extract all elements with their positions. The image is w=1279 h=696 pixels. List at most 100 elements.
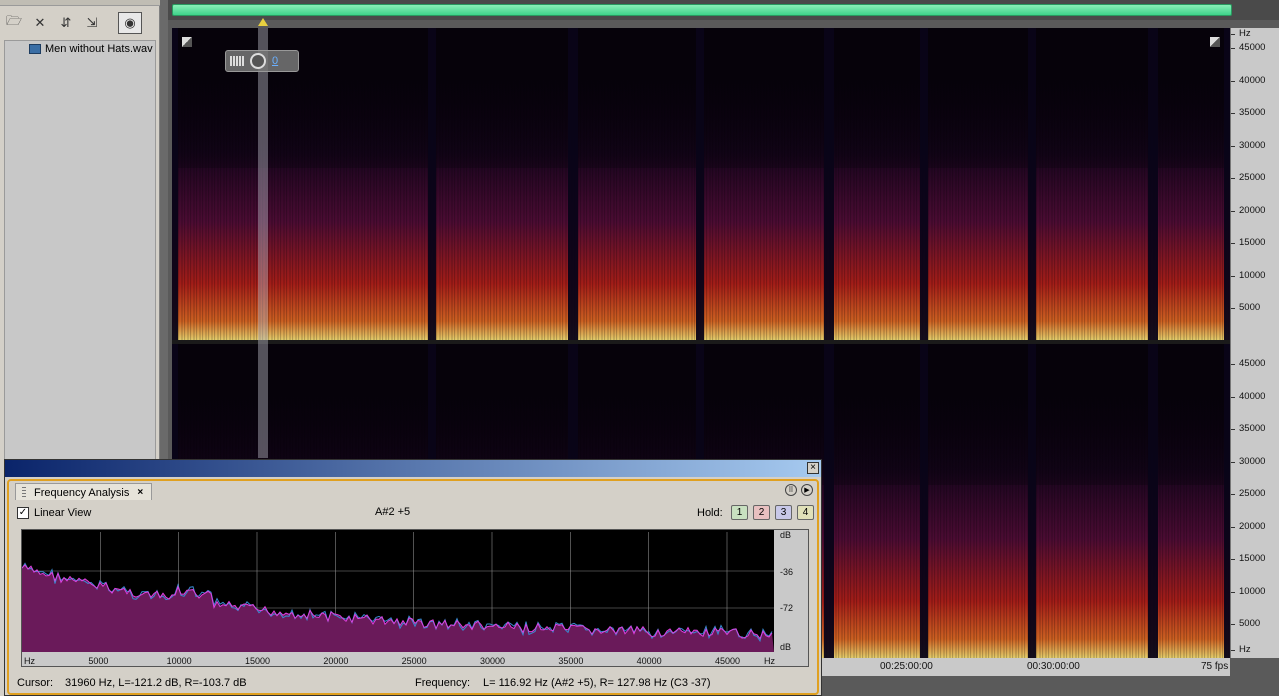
hz-tick xyxy=(1231,624,1235,625)
hz-label: 25000 xyxy=(1239,488,1266,499)
silence-band xyxy=(920,28,928,340)
frequency-analysis-panel: Frequency Analysis × ⠿ ▶ ✓ Linear View A… xyxy=(7,479,819,695)
spectrum-fill xyxy=(22,565,774,652)
close-icon[interactable]: × xyxy=(807,462,819,474)
hz-label: 40000 xyxy=(1239,74,1266,86)
file-item[interactable]: Men without Hats.wav xyxy=(5,41,155,55)
frequency-label: Frequency: xyxy=(415,677,471,689)
left-channel-spectrogram[interactable] xyxy=(172,28,1230,340)
note-readout: A#2 +5 xyxy=(375,506,411,518)
insert-icon[interactable]: ⇵ xyxy=(56,13,76,33)
hz-label: 10000 xyxy=(1239,585,1266,597)
tab-close-icon[interactable]: × xyxy=(137,487,143,498)
hz-tick xyxy=(1231,591,1235,593)
silence-band xyxy=(1028,28,1036,340)
x-axis-label: 35000 xyxy=(558,656,583,666)
hz-tick xyxy=(1231,80,1235,82)
analysis-status: Cursor: 31960 Hz, L=-121.2 dB, R=-103.7 … xyxy=(17,677,813,693)
hz-label: 20000 xyxy=(1239,204,1266,216)
linear-view-checkbox[interactable]: ✓ xyxy=(17,507,29,519)
volume-hud[interactable]: 0 xyxy=(225,50,299,72)
hz-tick xyxy=(1231,429,1235,430)
hz-tick xyxy=(1231,526,1235,528)
window-titlebar[interactable]: × xyxy=(5,460,821,477)
status-strip xyxy=(822,676,1279,696)
hz-tick xyxy=(1231,275,1235,277)
corner-handle-icon[interactable] xyxy=(1210,37,1220,47)
x-axis-label: 10000 xyxy=(167,656,192,666)
hz-label: 10000 xyxy=(1239,269,1266,281)
volume-value[interactable]: 0 xyxy=(272,55,278,67)
hz-label: 15000 xyxy=(1239,237,1266,248)
hold-button-2[interactable]: 2 xyxy=(753,505,770,520)
hz-tick xyxy=(1231,559,1235,560)
silence-band xyxy=(824,344,834,658)
frequency-value: L= 116.92 Hz (A#2 +5), R= 127.98 Hz (C3 … xyxy=(483,677,711,689)
hz-label: 40000 xyxy=(1239,390,1266,402)
silence-band xyxy=(568,28,578,340)
x-axis-label: Hz xyxy=(764,656,775,666)
hz-tick xyxy=(1231,34,1235,35)
hz-tick xyxy=(1231,396,1235,398)
files-list: Men without Hats.wav xyxy=(4,40,156,460)
silence-band xyxy=(172,28,178,340)
hz-tick xyxy=(1231,210,1235,212)
hz-tick xyxy=(1231,364,1235,365)
auto-play-toggle-icon[interactable]: ◉ xyxy=(118,12,142,34)
hz-tick xyxy=(1231,650,1235,651)
hz-tick xyxy=(1231,243,1235,244)
silence-band xyxy=(824,28,834,340)
hz-label: 35000 xyxy=(1239,423,1266,434)
panel-menu-icon[interactable]: ▶ xyxy=(801,484,813,496)
hz-label: 5000 xyxy=(1239,302,1261,313)
x-axis-label: 5000 xyxy=(88,656,108,666)
hz-label: 25000 xyxy=(1239,172,1266,183)
playhead-line[interactable] xyxy=(258,28,268,458)
close-file-icon[interactable]: ✕ xyxy=(30,13,50,33)
frequency-analysis-window: × Frequency Analysis × ⠿ ▶ ✓ Linear View… xyxy=(4,459,822,696)
tab-title: Frequency Analysis xyxy=(34,486,130,499)
x-axis-label: 40000 xyxy=(637,656,662,666)
hz-label: 30000 xyxy=(1239,455,1266,467)
db-label: -36 xyxy=(780,567,793,577)
volume-knob[interactable] xyxy=(250,53,266,69)
frequency-graph-svg: dB -36 -72 dB Hz 5000 10000 15000 20000 25000 3000… xyxy=(22,530,808,666)
frequency-graph[interactable]: dB -36 -72 dB Hz 5000 10000 15000 20000 25000 3000… xyxy=(21,529,809,667)
hold-button-1[interactable]: 1 xyxy=(731,505,748,520)
zoom-navigator-bar[interactable] xyxy=(172,4,1232,16)
hold-button-3[interactable]: 3 xyxy=(775,505,792,520)
file-name: Men without Hats.wav xyxy=(45,43,153,55)
hz-tick xyxy=(1231,178,1235,179)
hz-unit-label: Hz xyxy=(1239,28,1251,39)
x-axis-label: 30000 xyxy=(480,656,505,666)
open-file-icon[interactable]: 🗁 xyxy=(4,13,24,33)
hz-label: 30000 xyxy=(1239,139,1266,151)
import-icon[interactable]: ⇲ xyxy=(82,13,102,33)
x-axis-label: 15000 xyxy=(245,656,270,666)
files-toolbar: 🗁 ✕ ⇵ ⇲ ◉ xyxy=(4,10,156,36)
hz-tick xyxy=(1231,48,1235,49)
grip-dots-icon[interactable]: ⠿ xyxy=(785,484,797,496)
corner-handle-icon[interactable] xyxy=(182,37,192,47)
hz-tick xyxy=(1231,145,1235,147)
silence-band xyxy=(1148,28,1158,340)
hold-button-4[interactable]: 4 xyxy=(797,505,814,520)
x-axis-label: 25000 xyxy=(402,656,427,666)
grip-icon[interactable] xyxy=(22,486,26,499)
hz-tick xyxy=(1231,308,1235,309)
tab-frequency-analysis[interactable]: Frequency Analysis × xyxy=(15,483,153,500)
cursor-value: 31960 Hz, L=-121.2 dB, R=-103.7 dB xyxy=(65,677,247,689)
analysis-controls: ✓ Linear View A#2 +5 Hold: 1 2 3 4 xyxy=(17,505,814,523)
db-label: dB xyxy=(780,530,791,540)
silence-band xyxy=(920,344,928,658)
silence-band xyxy=(1148,344,1158,658)
volume-bars-icon xyxy=(230,56,244,66)
playhead-marker-icon[interactable] xyxy=(258,18,268,26)
hz-tick xyxy=(1231,461,1235,463)
hz-label: 15000 xyxy=(1239,553,1266,564)
hz-label: 35000 xyxy=(1239,107,1266,118)
db-label: dB xyxy=(780,642,791,652)
wave-file-icon xyxy=(29,44,41,54)
linear-view-label[interactable]: Linear View xyxy=(34,507,91,519)
hz-tick xyxy=(1231,494,1235,495)
